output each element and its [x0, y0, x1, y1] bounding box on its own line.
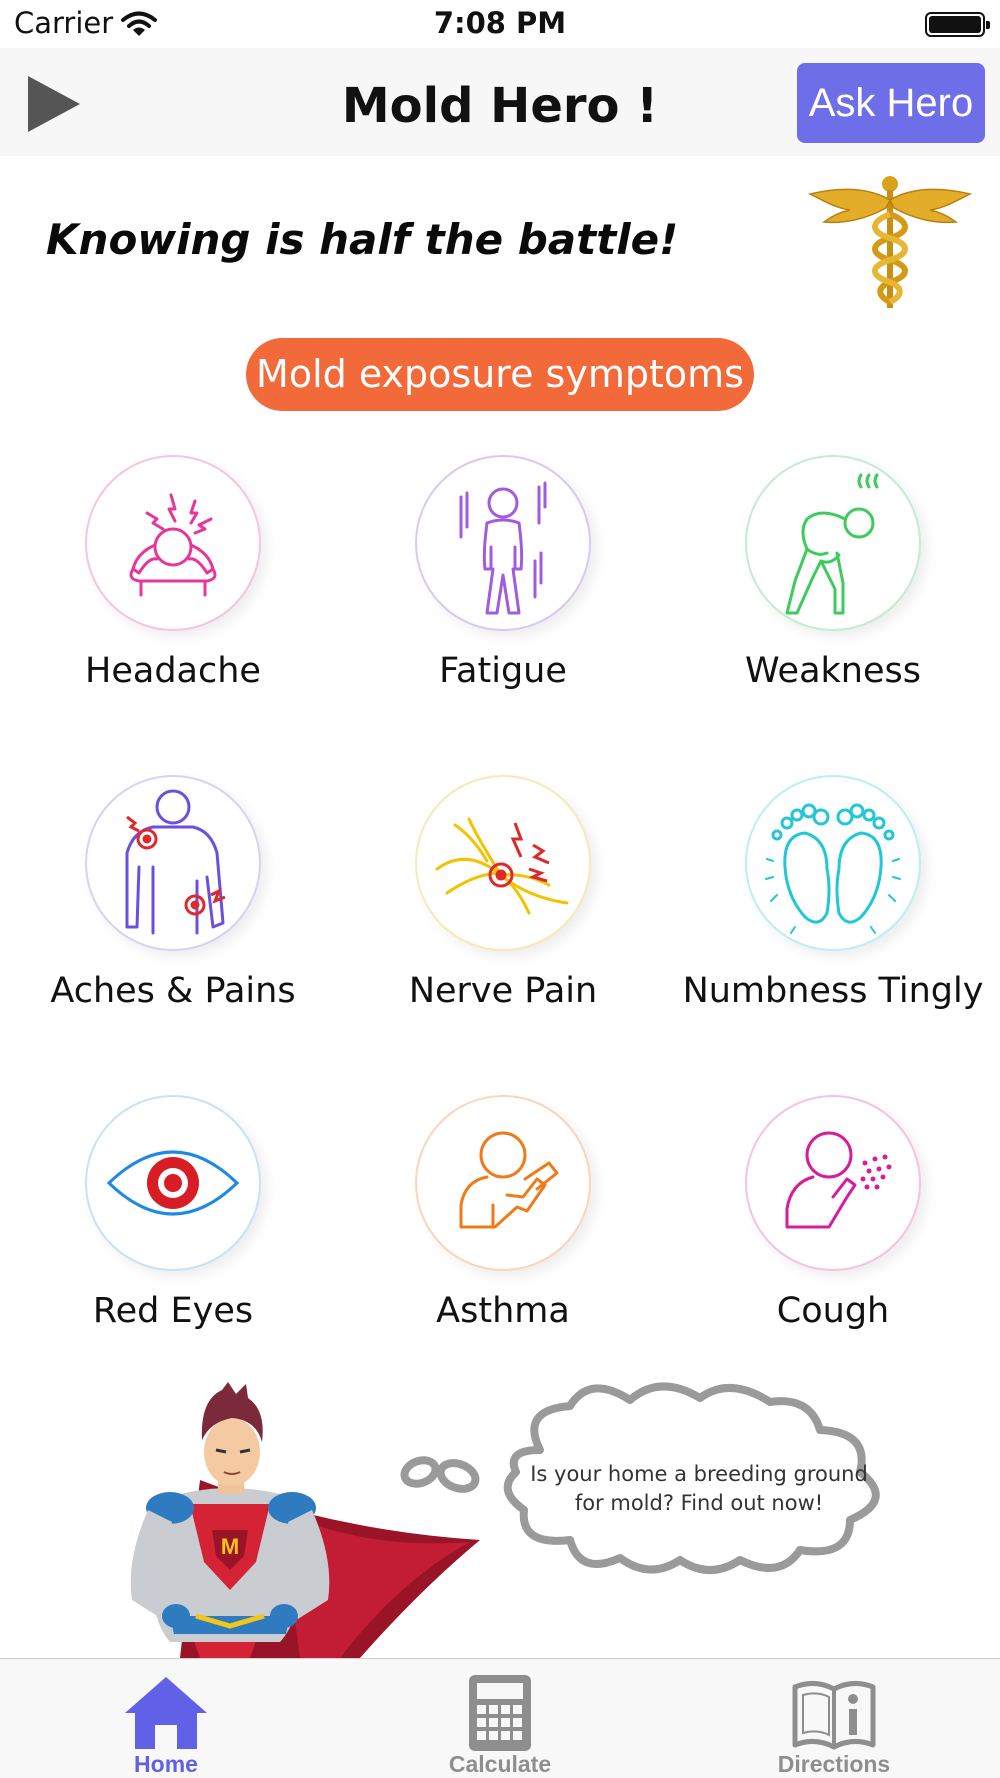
- nerve-icon: [435, 817, 569, 915]
- caduceus-icon: [807, 176, 973, 308]
- symptom-label: Numbness Tingly: [682, 971, 984, 1011]
- ask-hero-button[interactable]: Ask Hero: [797, 63, 985, 143]
- symptom-label: Nerve Pain: [408, 971, 598, 1011]
- symptom-label: Weakness: [745, 651, 921, 691]
- tab-bar: Home Calculate Directions: [0, 1658, 1000, 1778]
- book-icon: [792, 1681, 876, 1750]
- aches-icon: [125, 789, 226, 935]
- tab-label: Directions: [777, 1751, 891, 1777]
- symptom-label: Aches & Pains: [50, 971, 296, 1011]
- headache-icon: [129, 493, 217, 597]
- symptom-asthma[interactable]: Asthma: [330, 1095, 650, 1335]
- symptom-aches-pains[interactable]: Aches & Pains: [0, 775, 320, 1015]
- symptom-label: Asthma: [436, 1291, 570, 1331]
- home-icon: [125, 1677, 207, 1749]
- tab-directions[interactable]: Directions: [734, 1659, 934, 1778]
- tab-calculate[interactable]: Calculate: [400, 1659, 600, 1778]
- fatigue-icon: [459, 481, 547, 615]
- battery-icon: [925, 12, 990, 37]
- symptom-label: Headache: [85, 651, 261, 691]
- symptom-cough[interactable]: Cough: [660, 1095, 980, 1335]
- nav-bar: Mold Hero ! Ask Hero: [0, 48, 1000, 156]
- symptom-red-eyes[interactable]: Red Eyes: [0, 1095, 320, 1335]
- thought-bubble-text: Is your home a breeding ground for mold?…: [530, 1462, 868, 1515]
- eye-icon: [106, 1150, 240, 1216]
- status-bar: Carrier 7:08 PM: [0, 0, 1000, 48]
- symptom-numbness[interactable]: Numbness Tingly: [660, 775, 983, 1015]
- cough-icon: [785, 1131, 892, 1229]
- tab-label: Home: [134, 1751, 198, 1777]
- calculator-icon: [469, 1675, 531, 1751]
- symptom-headache[interactable]: Headache: [0, 455, 320, 695]
- symptom-label: Fatigue: [439, 651, 567, 691]
- symptom-nerve-pain[interactable]: Nerve Pain: [330, 775, 650, 1015]
- tagline: Knowing is half the battle!: [46, 215, 679, 264]
- symptom-fatigue[interactable]: Fatigue: [330, 455, 650, 695]
- clock: 7:08 PM: [433, 6, 567, 40]
- weakness-icon: [785, 473, 879, 615]
- mold-symptoms-button[interactable]: Mold exposure symptoms: [246, 338, 754, 411]
- feet-icon: [765, 803, 901, 934]
- symptom-weakness[interactable]: Weakness: [660, 455, 980, 695]
- symptom-label: Red Eyes: [92, 1291, 254, 1331]
- hero-banner[interactable]: M Is your home a breeding ground for mol…: [0, 1380, 1000, 1658]
- svg-text:M: M: [221, 1534, 239, 1559]
- symptom-label: Cough: [776, 1291, 890, 1331]
- inhaler-icon: [459, 1131, 559, 1229]
- superhero-illustration: M: [130, 1382, 880, 1658]
- tab-home[interactable]: Home: [66, 1659, 266, 1778]
- tab-label: Calculate: [448, 1751, 552, 1777]
